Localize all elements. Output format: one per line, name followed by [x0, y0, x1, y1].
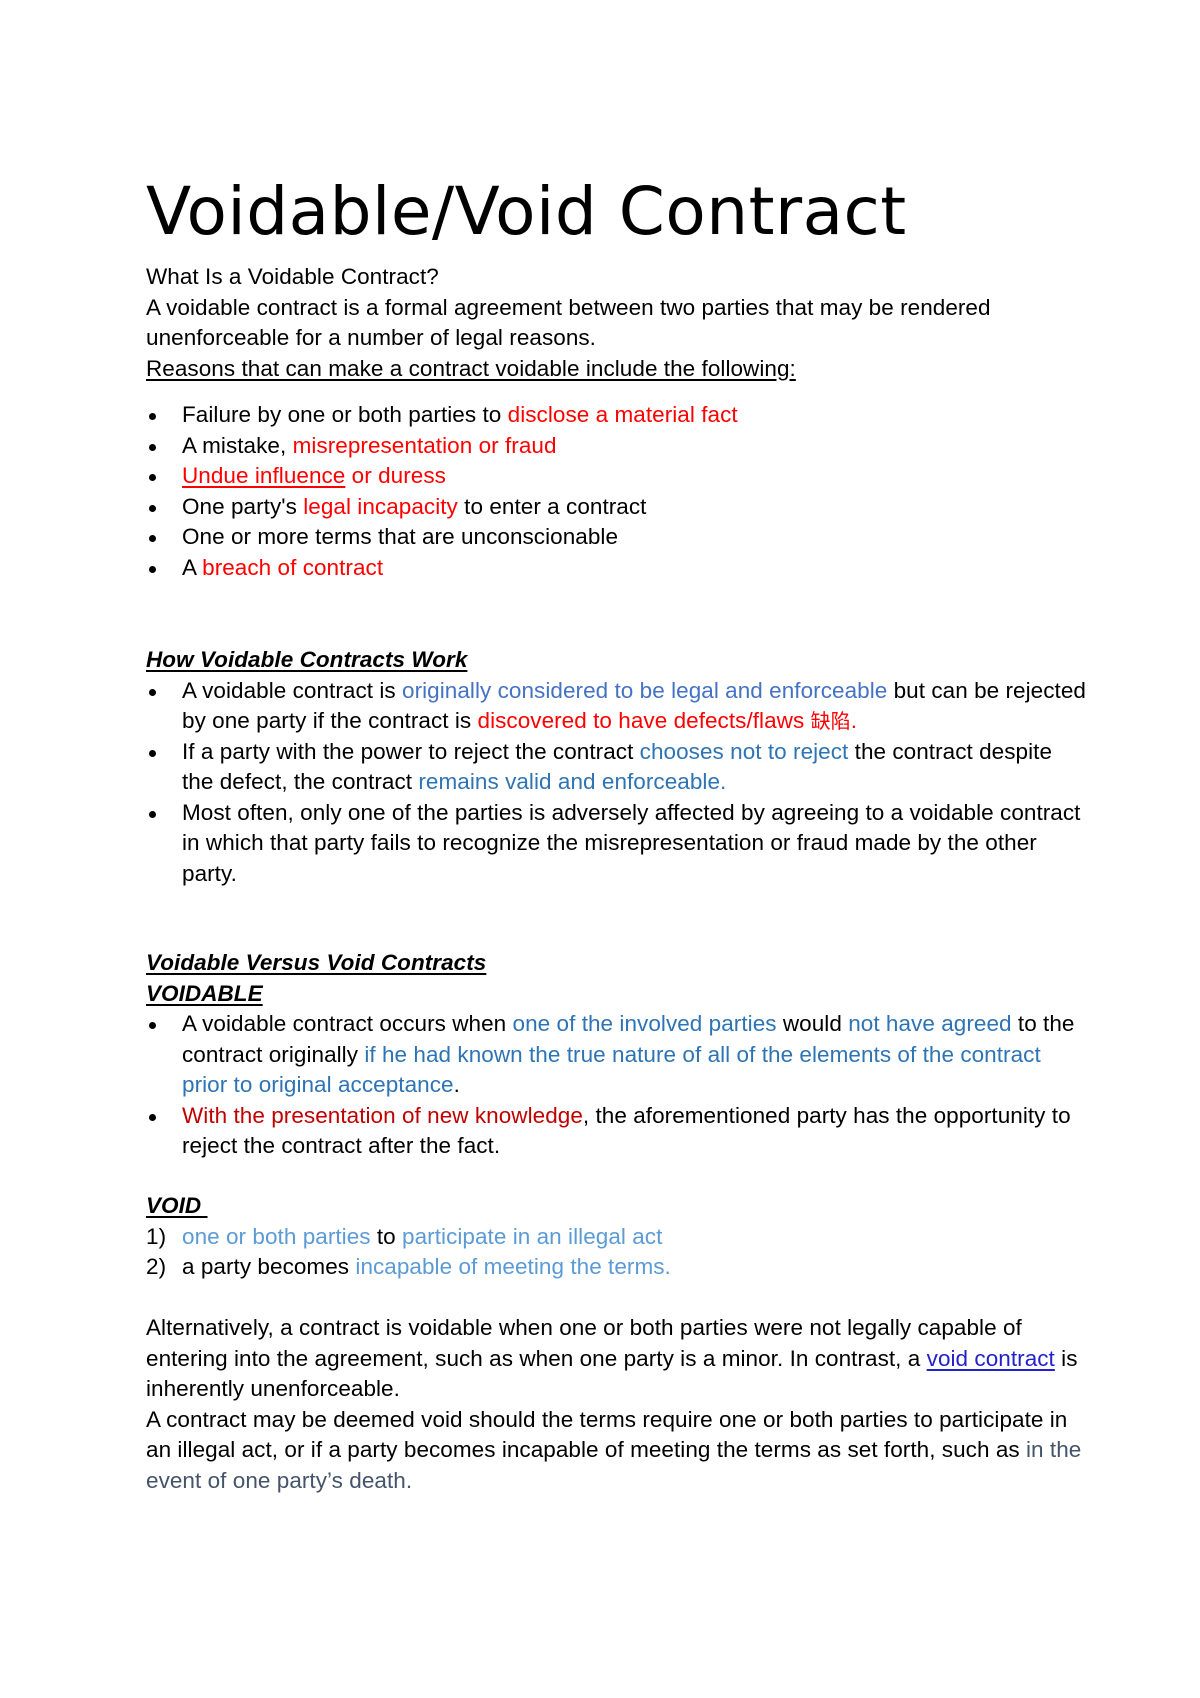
intro-section: What Is a Voidable Contract? A voidable … [146, 262, 1086, 384]
void-item: 2) a party becomes incapable of meeting t… [146, 1252, 1086, 1283]
voidable-item: With the presentation of new knowledge, … [146, 1101, 1086, 1162]
voidable-list: A voidable contract occurs when one of t… [146, 1009, 1086, 1162]
closing-paragraph-1: Alternatively, a contract is voidable wh… [146, 1313, 1086, 1405]
reason-highlight-underlined: Undue influence [182, 463, 346, 488]
voidable-label: VOIDABLE [146, 980, 263, 1006]
how-text: . [850, 708, 857, 733]
how-it-works-list: A voidable contract is originally consid… [146, 676, 1086, 890]
void-text: to [370, 1223, 403, 1249]
void-item: 1) one or both parties to participate in … [146, 1222, 1086, 1253]
how-highlight: chooses not to reject [639, 738, 849, 764]
how-text: A voidable contract is [182, 677, 403, 703]
how-highlight: discovered to have defects/flaws [477, 708, 811, 733]
closing-paragraph-2: A contract may be deemed void should the… [146, 1405, 1086, 1497]
how-item: If a party with the power to reject the … [146, 737, 1086, 798]
reason-item: One party's legal incapacity to enter a … [146, 492, 1086, 523]
void-list: 1) one or both parties to participate in … [146, 1222, 1086, 1283]
reasons-heading: Reasons that can make a contract voidabl… [146, 355, 796, 381]
void-label: VOID [146, 1193, 208, 1218]
document-title: Voidable/Void Contract [146, 173, 907, 250]
voidable-text: A voidable contract occurs when [182, 1011, 513, 1036]
voidable-highlight: one of the involved parties [512, 1011, 777, 1036]
how-item: Most often, only one of the parties is a… [146, 798, 1086, 890]
closing-text: A contract may be deemed void should the… [146, 1406, 1068, 1463]
reason-text: One or more terms that are unconscionabl… [182, 524, 619, 549]
reason-text: to enter a contract [457, 493, 647, 519]
reason-highlight: disclose a material fact [507, 402, 738, 427]
how-item: A voidable contract is originally consid… [146, 676, 1086, 737]
void-section: VOID 1) one or both parties to participat… [146, 1191, 1086, 1283]
reason-highlight: misrepresentation or fraud [292, 432, 557, 458]
how-highlight: originally considered to be legal and en… [402, 677, 888, 703]
reasons-list-section: Failure by one or both parties to disclo… [146, 400, 1086, 583]
reason-highlight: legal incapacity [303, 493, 458, 519]
chinese-annotation: 缺陷 [810, 709, 851, 733]
versus-section: Voidable Versus Void Contracts VOIDABLE … [146, 948, 1086, 1162]
reason-text: A [182, 554, 203, 580]
versus-heading: Voidable Versus Void Contracts [146, 950, 487, 975]
voidable-highlight: not have agreed [848, 1011, 1012, 1036]
reason-item: A mistake, misrepresentation or fraud [146, 431, 1086, 462]
how-text: Most often, only one of the parties is a… [182, 799, 1081, 886]
void-item-number: 1) [146, 1223, 167, 1249]
closing-text: Alternatively, a contract is voidable wh… [146, 1315, 1022, 1371]
intro-definition: A voidable contract is a formal agreemen… [146, 294, 991, 351]
reason-item: One or more terms that are unconscionabl… [146, 522, 1086, 553]
void-highlight: one or both parties [182, 1223, 371, 1249]
reason-highlight: or duress [345, 463, 446, 488]
voidable-highlight: With the presentation of new knowledge [182, 1102, 583, 1128]
reason-text: A mistake, [182, 432, 293, 458]
void-text: a party becomes [182, 1254, 356, 1279]
closing-section: Alternatively, a contract is voidable wh… [146, 1313, 1086, 1496]
reason-item: A breach of contract [146, 553, 1086, 584]
reason-text: One party's [182, 493, 304, 519]
reason-highlight: breach of contract [202, 554, 384, 580]
reason-item: Failure by one or both parties to disclo… [146, 400, 1086, 431]
how-it-works-section: How Voidable Contracts Work A voidable c… [146, 645, 1086, 889]
reasons-list: Failure by one or both parties to disclo… [146, 400, 1086, 583]
how-text: If a party with the power to reject the … [182, 738, 640, 764]
void-contract-link[interactable]: void contract [927, 1346, 1055, 1371]
intro-question: What Is a Voidable Contract? [146, 264, 439, 289]
reason-item: Undue influence or duress [146, 461, 1086, 492]
void-item-number: 2) [146, 1254, 167, 1279]
how-highlight: remains valid and enforceable. [418, 769, 727, 794]
void-highlight: participate in an illegal act [402, 1223, 663, 1249]
voidable-text: would [776, 1011, 849, 1036]
reason-text: Failure by one or both parties to [182, 402, 508, 427]
voidable-item: A voidable contract occurs when one of t… [146, 1009, 1086, 1101]
void-highlight: incapable of meeting the terms. [355, 1254, 671, 1279]
how-it-works-heading: How Voidable Contracts Work [146, 647, 468, 672]
voidable-text: . [453, 1072, 460, 1097]
